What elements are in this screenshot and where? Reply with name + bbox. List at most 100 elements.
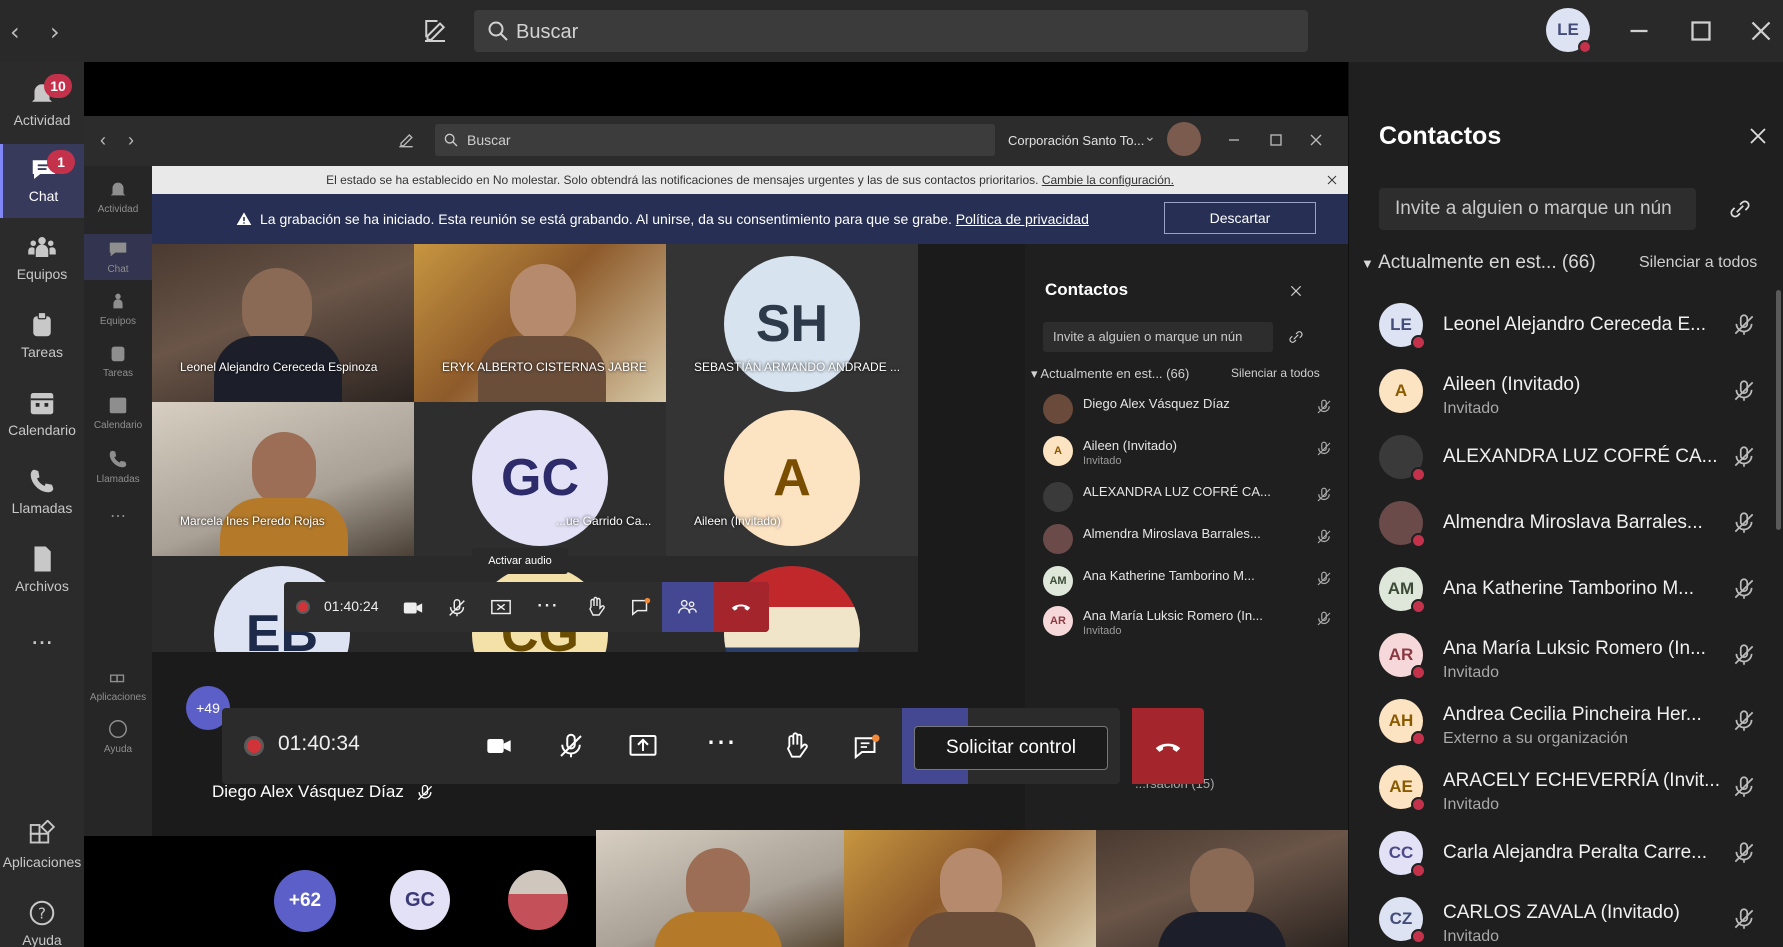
- section-header[interactable]: ▼ Actualmente en est... (66): [1361, 252, 1596, 274]
- rail-item-llamadas[interactable]: Llamadas: [0, 456, 84, 530]
- presence-dnd-icon: [1411, 797, 1426, 812]
- participant-row[interactable]: AE ARACELY ECHEVERRÍA (Invit... Invitado: [1379, 758, 1769, 824]
- participant-row[interactable]: ALEXANDRA LUZ COFRÉ CA...: [1379, 428, 1769, 494]
- participant-row[interactable]: AM Ana Katherine Tamborino M...: [1379, 560, 1769, 626]
- tile-name: ...ue Garrido Ca...: [556, 514, 652, 528]
- participant-role: Invitado: [1443, 664, 1500, 681]
- svg-text:?: ?: [38, 905, 46, 923]
- video-thumbnail: [1096, 830, 1348, 947]
- maximize-icon[interactable]: [1684, 14, 1718, 48]
- participant-row[interactable]: LE Leonel Alejandro Cereceda E...: [1379, 296, 1769, 362]
- user-avatar[interactable]: LE: [1546, 8, 1592, 54]
- participant-role: Invitado: [1443, 928, 1500, 945]
- share-button[interactable]: [618, 708, 668, 784]
- mic-off-icon[interactable]: [1731, 444, 1757, 470]
- apps-icon: [29, 820, 56, 844]
- rail-label: Calendario: [8, 422, 76, 438]
- meeting-timer: 01:40:34: [278, 732, 360, 755]
- mic-off-icon[interactable]: [1731, 510, 1757, 536]
- scrollbar-thumb[interactable]: [1776, 290, 1781, 530]
- help-icon: ?: [29, 900, 55, 926]
- back-arrow-icon[interactable]: ‹: [10, 18, 20, 46]
- teams-icon: [28, 237, 56, 257]
- mic-button[interactable]: [546, 708, 596, 784]
- shared-participant-name: ALEXANDRA LUZ COFRÉ CA...: [1083, 484, 1271, 499]
- shared-camera-icon: [403, 602, 423, 614]
- shared-org-name: Corporación Santo To...: [1008, 133, 1145, 148]
- more-options-button[interactable]: ⋯: [694, 708, 748, 784]
- participant-initials: CZ: [1389, 909, 1413, 928]
- app-rail: 10 Actividad 1 Chat Equipos Tareas Calen…: [0, 62, 84, 947]
- video-tile: A Aileen (Invitado): [666, 402, 918, 556]
- participant-face: [252, 432, 316, 506]
- participant-initials: LE: [1390, 315, 1412, 334]
- mic-off-icon: [1317, 611, 1331, 626]
- participant-row[interactable]: Almendra Miroslava Barrales...: [1379, 494, 1769, 560]
- request-control-button[interactable]: Solicitar control: [914, 726, 1108, 770]
- shared-participant-role: Invitado: [1083, 455, 1122, 467]
- mic-off-icon[interactable]: [1731, 840, 1757, 866]
- rail-item-chat[interactable]: 1 Chat: [0, 144, 84, 218]
- mic-off-icon[interactable]: [1731, 642, 1757, 668]
- shared-participant-avatar: [1043, 482, 1073, 512]
- rail-more-button[interactable]: ...: [0, 620, 84, 660]
- rail-item-ayuda[interactable]: ? Ayuda: [0, 888, 84, 947]
- participant-row[interactable]: AR Ana María Luksic Romero (In... Invitado: [1379, 626, 1769, 692]
- shared-rail-llamadas: Llamadas: [84, 448, 152, 485]
- shared-participant-name: Almendra Miroslava Barrales...: [1083, 526, 1261, 541]
- shared-bell-icon: [110, 182, 126, 196]
- shared-rail-label: Equipos: [99, 316, 137, 327]
- close-icon[interactable]: [1746, 124, 1770, 148]
- forward-arrow-icon[interactable]: ›: [50, 18, 60, 46]
- mute-all-button[interactable]: Silenciar a todos: [1639, 254, 1757, 272]
- shared-tasks-icon: [111, 346, 125, 362]
- participant-avatar: AE: [1379, 765, 1426, 812]
- invite-input[interactable]: Invite a alguien o marque un nún: [1379, 188, 1696, 230]
- rail-item-archivos[interactable]: Archivos: [0, 534, 84, 608]
- shared-contacts-title: Contactos: [1045, 280, 1129, 299]
- rail-item-calendario[interactable]: Calendario: [0, 378, 84, 452]
- raise-hand-button[interactable]: [770, 708, 820, 784]
- shared-participant-name: Aileen (Invitado): [1083, 438, 1177, 453]
- shared-invite-input: Invite a alguien o marque un nún: [1043, 322, 1273, 352]
- meeting-chat-icon: [854, 734, 880, 760]
- chat-button[interactable]: [844, 708, 892, 784]
- meeting-stage: ‹ › Buscar Corporación Santo To... ⌄ Act…: [84, 62, 1348, 947]
- mic-off-icon[interactable]: [1731, 906, 1757, 932]
- shared-participant-row: ALEXANDRA LUZ COFRÉ CA...: [1043, 478, 1333, 520]
- presence-dnd-icon: [1411, 863, 1426, 878]
- participant-row[interactable]: AH Andrea Cecilia Pincheira Her... Externo…: [1379, 692, 1769, 758]
- tasks-icon: [33, 311, 51, 337]
- rail-item-actividad[interactable]: 10 Actividad: [0, 68, 84, 142]
- shared-chevron-down-icon: ⌄: [1144, 128, 1156, 144]
- participant-name: Carla Alejandra Peralta Carre...: [1443, 842, 1708, 863]
- video-tile: GC ...ue Garrido Ca...: [414, 402, 666, 556]
- tooltip: Activar audio: [472, 548, 568, 574]
- presence-dnd-icon: [1578, 40, 1592, 54]
- participant-row[interactable]: CZ CARLOS ZAVALA (Invitado) Invitado: [1379, 890, 1769, 947]
- minimize-icon[interactable]: [1622, 14, 1656, 48]
- search-input[interactable]: Buscar: [474, 10, 1308, 52]
- link-icon[interactable]: [1727, 196, 1753, 222]
- compose-icon[interactable]: [420, 16, 450, 46]
- shared-more-icon: ⋯: [110, 508, 126, 525]
- mic-off-icon[interactable]: [1731, 312, 1757, 338]
- close-icon[interactable]: [1744, 14, 1778, 48]
- mic-off-icon[interactable]: [1731, 576, 1757, 602]
- shared-people-button: [662, 582, 714, 632]
- camera-button[interactable]: [474, 708, 524, 784]
- rail-item-aplicaciones[interactable]: Aplicaciones: [0, 810, 84, 884]
- shared-call-controls: 01:40:24 ⋯: [284, 582, 769, 632]
- mic-off-icon[interactable]: [1731, 378, 1757, 404]
- more-participants-button[interactable]: +62: [274, 870, 336, 932]
- rail-item-tareas[interactable]: Tareas: [0, 300, 84, 374]
- mic-off-icon[interactable]: [1731, 774, 1757, 800]
- shared-more-options-icon: ⋯: [536, 592, 558, 617]
- hangup-button[interactable]: [1132, 708, 1204, 784]
- participant-row[interactable]: CC Carla Alejandra Peralta Carre...: [1379, 824, 1769, 890]
- mic-off-icon: [1317, 487, 1331, 502]
- rail-item-equipos[interactable]: Equipos: [0, 222, 84, 296]
- mic-off-icon[interactable]: [1731, 708, 1757, 734]
- shared-participant-avatar: [1043, 394, 1073, 424]
- participant-row[interactable]: A Aileen (Invitado) Invitado: [1379, 362, 1769, 428]
